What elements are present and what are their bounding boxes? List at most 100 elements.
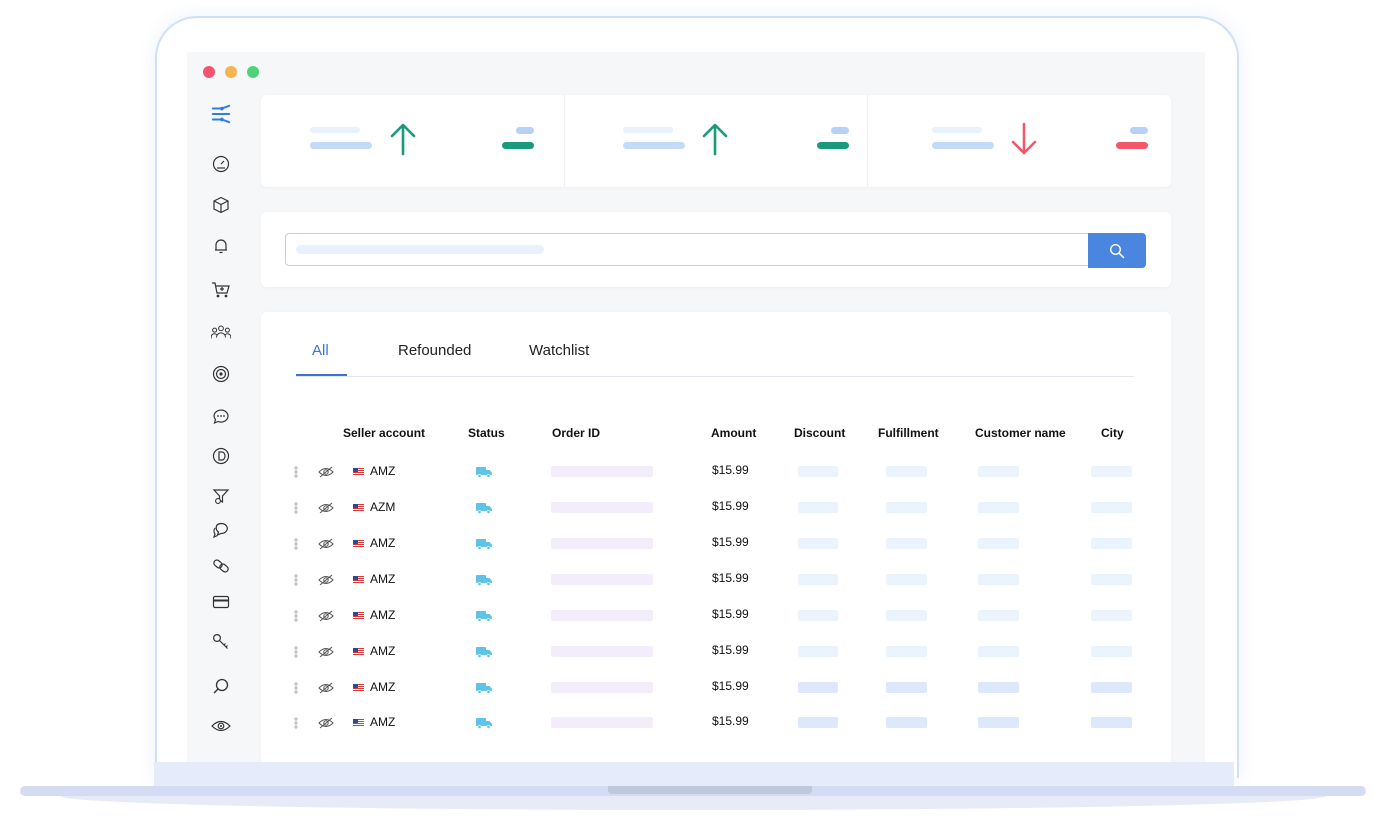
amount-value: $15.99	[712, 679, 749, 693]
order-id-placeholder	[551, 646, 653, 657]
table-row[interactable]: AMZ $15.99	[261, 601, 1171, 637]
cart-icon[interactable]	[211, 280, 231, 300]
us-flag-icon	[353, 540, 364, 548]
eye-icon[interactable]	[211, 716, 231, 736]
hide-eye-icon[interactable]	[318, 681, 334, 699]
seller-account-name: AMZ	[370, 572, 396, 586]
dashboard-gauge-icon[interactable]	[211, 154, 231, 174]
seller-account: AZM	[353, 500, 395, 514]
seller-account-name: AMZ	[370, 680, 396, 694]
key-icon[interactable]	[211, 632, 231, 652]
table-row[interactable]: AZM $15.99	[261, 493, 1171, 529]
tab-all[interactable]: All	[312, 342, 329, 359]
laptop-hinge	[154, 762, 1234, 786]
city-placeholder	[1091, 717, 1132, 728]
trend-up-arrow-icon	[702, 123, 727, 156]
table-row[interactable]: AMZ $15.99	[261, 457, 1171, 493]
column-header-amount[interactable]: Amount	[711, 426, 756, 440]
column-header-fulfillment[interactable]: Fulfillment	[878, 426, 939, 440]
row-menu-icon[interactable]	[294, 465, 298, 483]
funnel-icon[interactable]	[211, 486, 231, 506]
row-menu-icon[interactable]	[294, 609, 298, 627]
link-icon[interactable]	[211, 556, 231, 576]
close-window-dot[interactable]	[203, 66, 215, 78]
discount-placeholder	[798, 610, 838, 621]
city-placeholder	[1091, 502, 1132, 513]
row-menu-icon[interactable]	[294, 645, 298, 663]
tab-watchlist[interactable]: Watchlist	[529, 342, 589, 359]
us-flag-icon	[353, 468, 364, 476]
search-button[interactable]	[1088, 233, 1146, 268]
orders-panel: All Refounded Watchlist Seller account S…	[261, 312, 1171, 764]
table-row[interactable]: AMZ $15.99	[261, 708, 1171, 744]
hide-eye-icon[interactable]	[318, 645, 334, 663]
sidebar	[187, 96, 255, 764]
laptop-notch	[608, 786, 812, 794]
app-window: All Refounded Watchlist Seller account S…	[187, 52, 1205, 764]
discount-placeholder	[798, 538, 838, 549]
row-menu-icon[interactable]	[294, 573, 298, 591]
maximize-window-dot[interactable]	[247, 66, 259, 78]
coin-icon[interactable]	[211, 446, 231, 466]
stat-delta-bar	[1116, 142, 1149, 149]
stat-card-2	[563, 95, 868, 187]
seller-account: AMZ	[353, 464, 395, 478]
table-row[interactable]: AMZ $15.99	[261, 529, 1171, 565]
tab-refounded[interactable]: Refounded	[398, 342, 471, 359]
order-id-placeholder	[551, 682, 653, 693]
stat-label-placeholder	[310, 127, 360, 133]
trend-up-arrow-icon	[390, 123, 416, 156]
logo-icon[interactable]	[211, 104, 231, 124]
order-id-placeholder	[551, 466, 653, 477]
column-header-customer[interactable]: Customer name	[975, 426, 1066, 440]
us-flag-icon	[353, 648, 364, 656]
table-row[interactable]: AMZ $15.99	[261, 673, 1171, 709]
bell-icon[interactable]	[211, 236, 231, 256]
stat-delta-bar	[502, 142, 534, 149]
seller-account-name: AMZ	[370, 464, 396, 478]
hide-eye-icon[interactable]	[318, 537, 334, 555]
column-header-order-id[interactable]: Order ID	[552, 426, 600, 440]
box-icon[interactable]	[211, 195, 231, 215]
city-placeholder	[1091, 610, 1132, 621]
hide-eye-icon[interactable]	[318, 465, 334, 483]
column-header-seller[interactable]: Seller account	[343, 426, 425, 440]
search-placeholder-bar	[296, 245, 544, 254]
column-header-city[interactable]: City	[1101, 426, 1124, 440]
row-menu-icon[interactable]	[294, 716, 298, 734]
messages-icon[interactable]	[211, 520, 231, 540]
us-flag-icon	[353, 504, 364, 512]
customer-placeholder	[978, 502, 1019, 513]
row-menu-icon[interactable]	[294, 501, 298, 519]
chat-icon[interactable]	[211, 406, 231, 426]
table-row[interactable]: AMZ $15.99	[261, 565, 1171, 601]
table-row[interactable]: AMZ $15.99	[261, 637, 1171, 673]
stat-delta-placeholder	[830, 127, 849, 134]
row-menu-icon[interactable]	[294, 537, 298, 555]
users-icon[interactable]	[211, 322, 231, 342]
hide-eye-icon[interactable]	[318, 609, 334, 627]
column-header-status[interactable]: Status	[468, 426, 505, 440]
seller-account: AMZ	[353, 680, 395, 694]
hide-eye-icon[interactable]	[318, 716, 334, 734]
column-header-discount[interactable]: Discount	[794, 426, 845, 440]
city-placeholder	[1091, 538, 1132, 549]
customer-placeholder	[978, 646, 1019, 657]
hide-eye-icon[interactable]	[318, 501, 334, 519]
active-tab-indicator	[296, 374, 347, 376]
amount-value: $15.99	[712, 499, 749, 513]
stat-value-placeholder	[622, 142, 685, 149]
target-icon[interactable]	[211, 364, 231, 384]
delivery-truck-icon	[476, 716, 493, 734]
trend-down-arrow-icon	[1012, 122, 1037, 155]
row-menu-icon[interactable]	[294, 681, 298, 699]
minimize-window-dot[interactable]	[225, 66, 237, 78]
city-placeholder	[1091, 574, 1132, 585]
card-icon[interactable]	[211, 592, 231, 612]
order-id-placeholder	[551, 610, 653, 621]
delivery-truck-icon	[476, 609, 493, 627]
search-input[interactable]	[285, 233, 1089, 266]
fulfillment-placeholder	[886, 646, 927, 657]
hide-eye-icon[interactable]	[318, 573, 334, 591]
search-icon[interactable]	[211, 676, 231, 696]
